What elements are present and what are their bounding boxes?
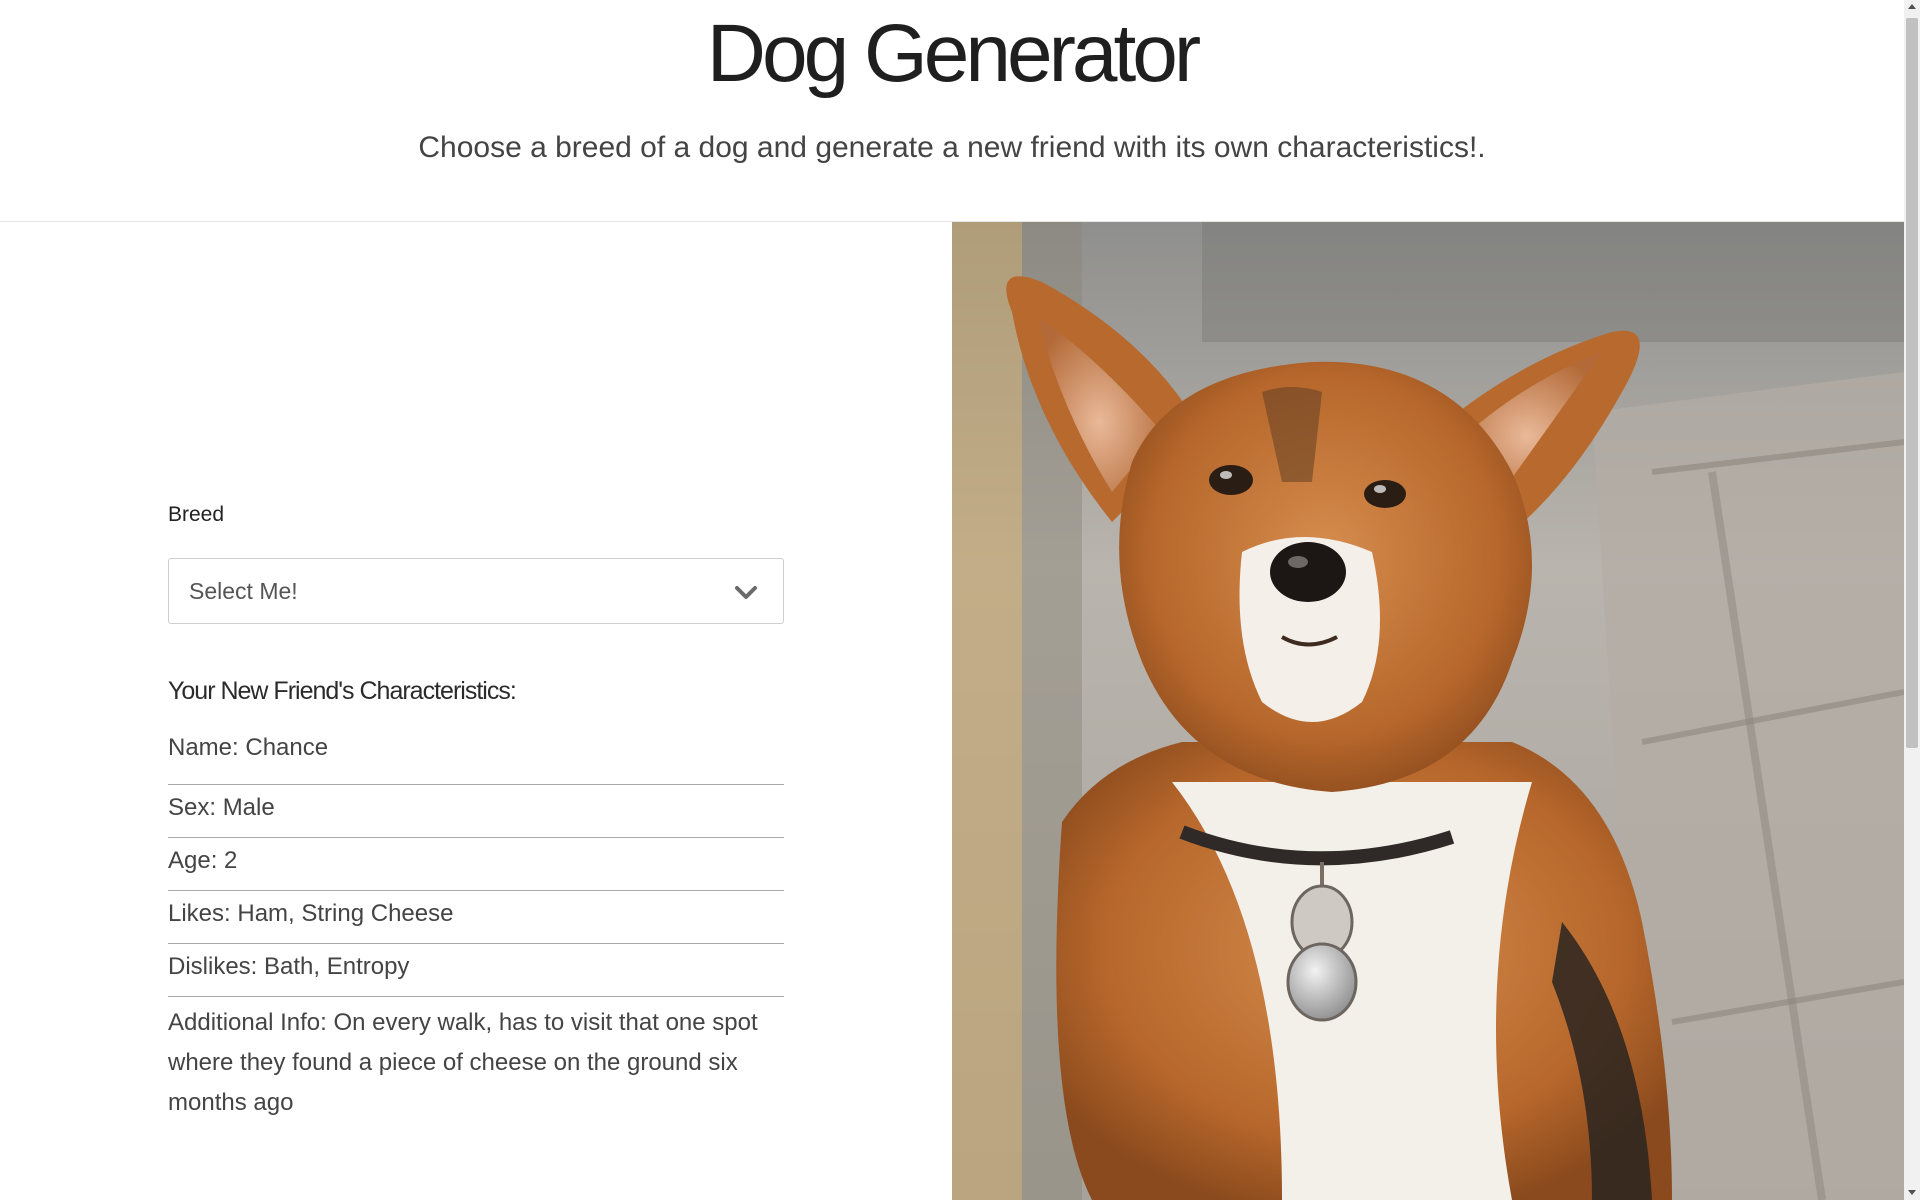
- site-title: Dog Generator: [706, 8, 1201, 99]
- characteristic-additional-info: Additional Info: On every walk, has to v…: [168, 1009, 758, 1116]
- characteristic-likes: Likes: Ham, String Cheese: [168, 891, 784, 944]
- vertical-scrollbar[interactable]: [1904, 0, 1920, 1200]
- characteristic-name: Name: Chance: [168, 728, 784, 785]
- characteristics-heading: Your New Friend's Characteristics:: [168, 677, 517, 705]
- characteristic-sex: Sex: Male: [168, 785, 784, 838]
- scroll-up-arrow-icon[interactable]: [1908, 4, 1916, 9]
- chevron-down-icon: [735, 586, 757, 599]
- dog-photo: [952, 222, 1904, 1200]
- characteristic-dislikes: Dislikes: Bath, Entropy: [168, 944, 784, 997]
- breed-label: Breed: [168, 503, 225, 526]
- characteristic-age: Age: 2: [168, 838, 784, 891]
- page: Dog Generator Choose a breed of a dog an…: [0, 0, 1904, 1200]
- breed-select-value: Select Me!: [189, 578, 298, 604]
- corgi-illustration: [952, 222, 1904, 1200]
- breed-select[interactable]: Select Me!: [168, 558, 784, 624]
- scrollbar-thumb[interactable]: [1906, 18, 1918, 748]
- scroll-down-arrow-icon[interactable]: [1908, 1190, 1916, 1195]
- generator-panel: Breed Select Me! Your New Friend's Chara…: [0, 222, 951, 1200]
- page-header: Dog Generator Choose a breed of a dog an…: [0, 0, 1904, 222]
- site-subtitle: Choose a breed of a dog and generate a n…: [418, 131, 1486, 164]
- characteristics-list: Name: Chance Sex: Male Age: 2 Likes: Ham…: [168, 728, 784, 1131]
